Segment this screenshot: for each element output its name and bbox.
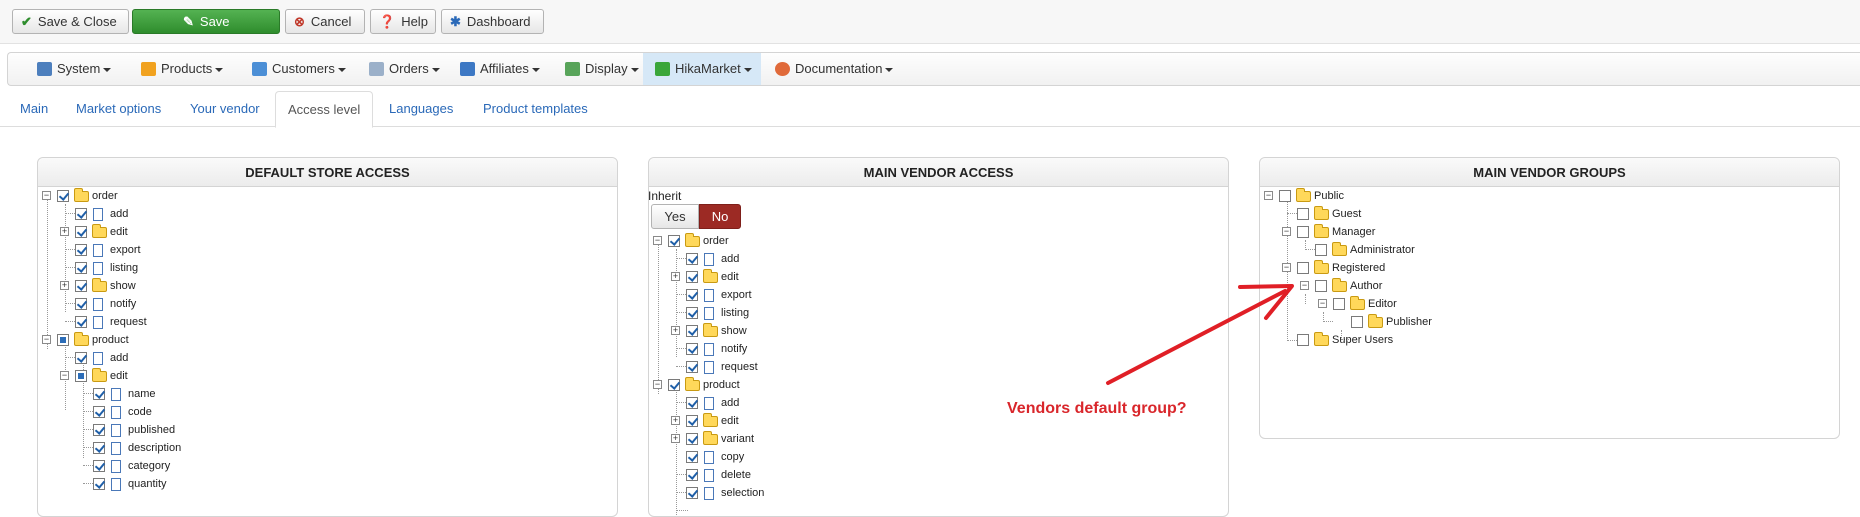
annotation-text: Vendors default group? bbox=[1007, 400, 1187, 417]
annotation-arrow bbox=[1106, 284, 1294, 385]
